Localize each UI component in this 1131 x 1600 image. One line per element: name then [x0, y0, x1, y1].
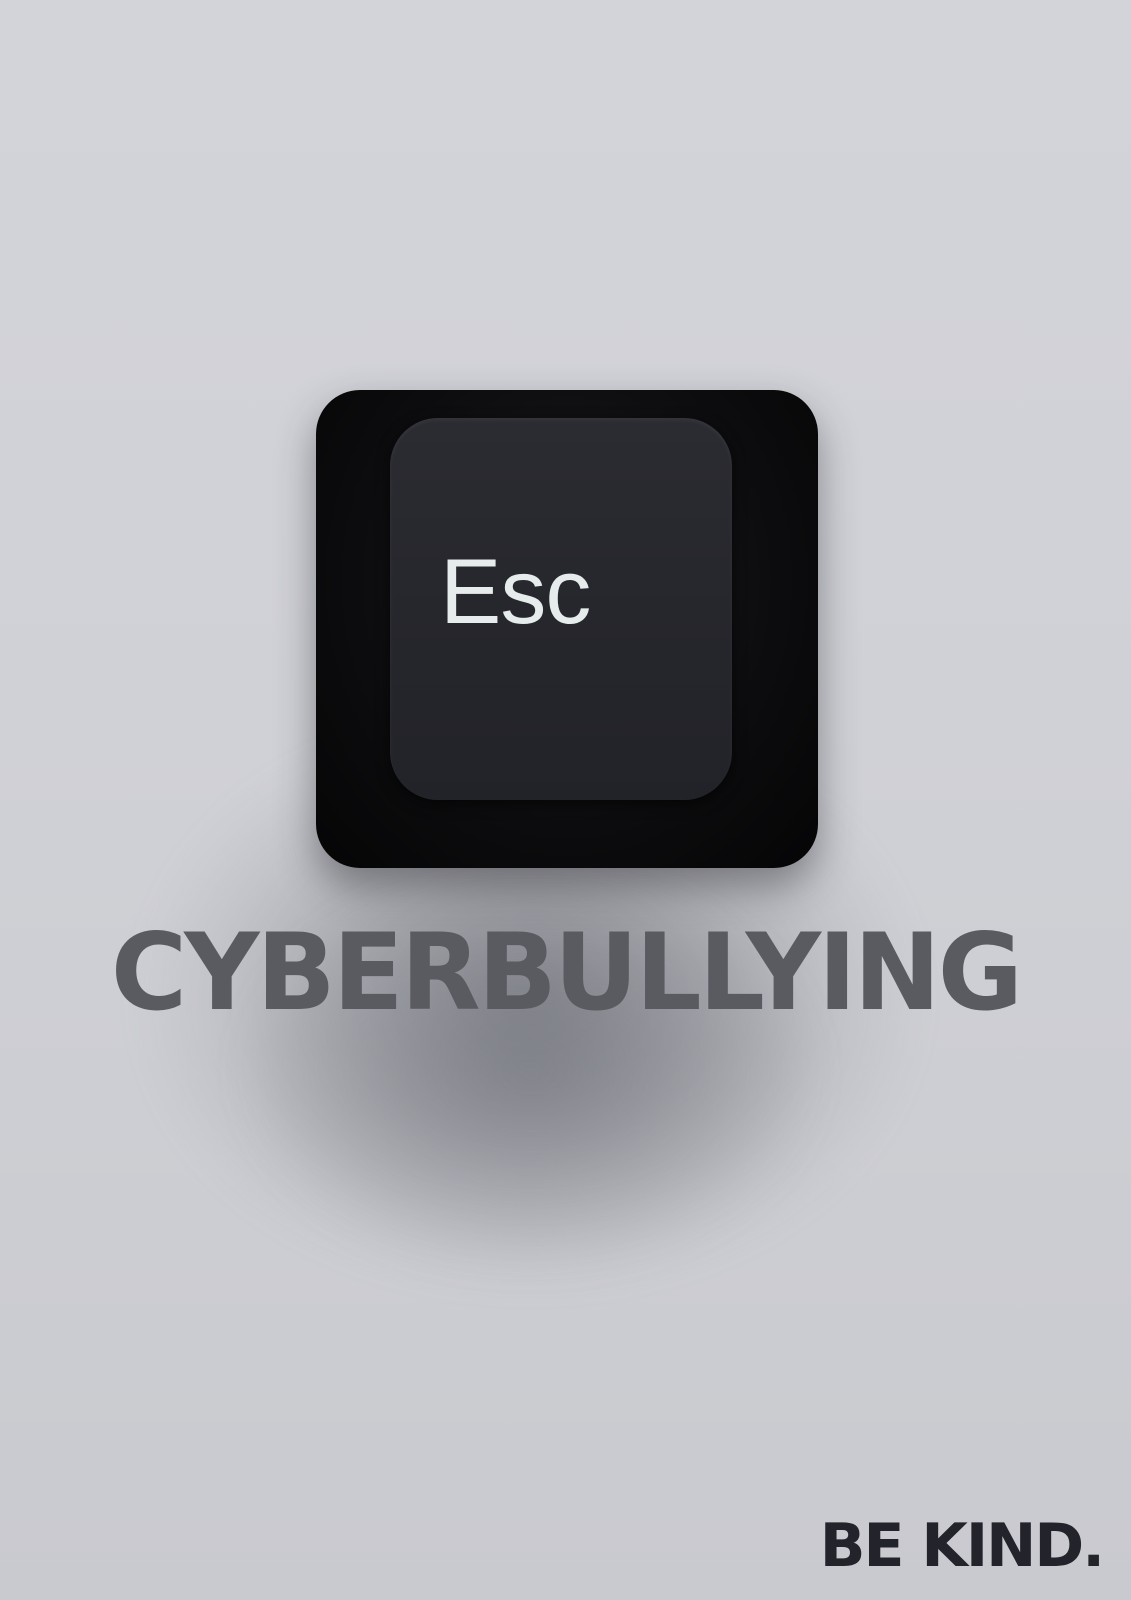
- poster: Esc CYBERBULLYING BE KIND.: [0, 0, 1131, 1600]
- esc-key-top: Esc: [390, 418, 732, 800]
- tagline: BE KIND.: [819, 1511, 1105, 1581]
- headline: CYBERBULLYING: [110, 911, 1023, 1034]
- esc-key: Esc: [316, 390, 818, 868]
- esc-key-label: Esc: [440, 541, 591, 643]
